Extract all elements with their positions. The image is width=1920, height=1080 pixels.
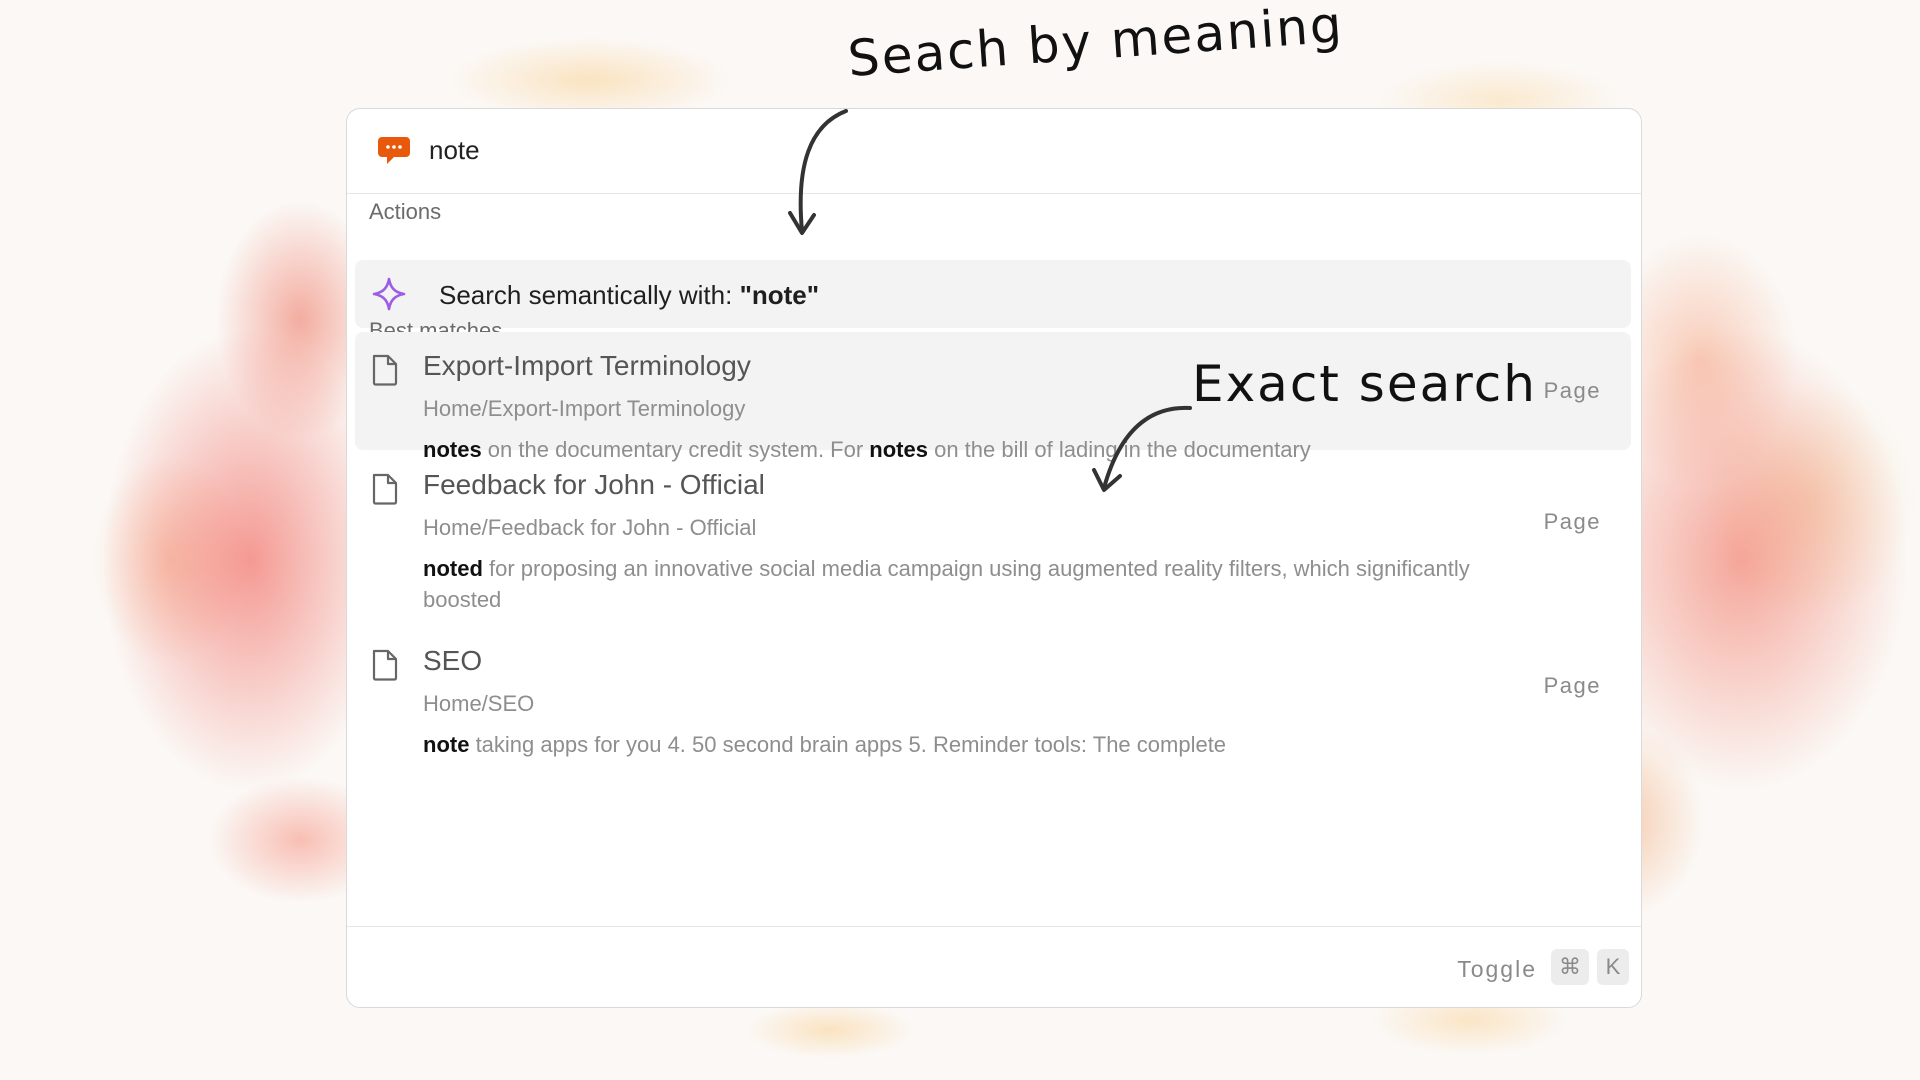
result-title: Export-Import Terminology bbox=[423, 350, 751, 381]
annotation-exact: Exact search bbox=[1192, 355, 1537, 413]
command-palette: Actions Search semantically with: "note"… bbox=[346, 108, 1642, 1008]
command-key-badge[interactable]: ⌘ bbox=[1551, 949, 1589, 985]
search-input[interactable] bbox=[429, 129, 1329, 171]
result-path: Home/Export-Import Terminology bbox=[423, 396, 746, 421]
result-type-badge: Page bbox=[1543, 673, 1601, 698]
snippet-match: note bbox=[423, 732, 470, 757]
sparkle-icon bbox=[372, 277, 406, 311]
speech-bubble-icon bbox=[378, 137, 410, 164]
k-key-badge[interactable]: K bbox=[1597, 949, 1629, 985]
snippet-text: for proposing an innovative social media… bbox=[423, 556, 1470, 612]
result-type-badge: Page bbox=[1543, 509, 1601, 534]
semantic-search-action[interactable]: Search semantically with: "note" bbox=[355, 260, 1631, 328]
result-path: Home/Feedback for John - Official bbox=[423, 515, 757, 540]
result-snippet: note taking apps for you 4. 50 second br… bbox=[423, 729, 1513, 760]
document-icon bbox=[372, 649, 398, 681]
exact-arrow-icon bbox=[1092, 405, 1192, 492]
semantic-arrow-icon bbox=[788, 109, 848, 235]
actions-section-label: Actions bbox=[369, 199, 442, 224]
result-row[interactable]: SEO Home/SEO note taking apps for you 4.… bbox=[355, 627, 1631, 757]
semantic-search-prefix: Search semantically with: bbox=[439, 280, 740, 310]
palette-footer: Toggle ⌘ K bbox=[347, 926, 1641, 1007]
search-bar bbox=[347, 109, 1641, 194]
semantic-search-query: "note" bbox=[739, 280, 820, 310]
result-path: Home/SEO bbox=[423, 691, 535, 716]
result-title: SEO bbox=[423, 645, 483, 676]
snippet-text: taking apps for you 4. 50 second brain a… bbox=[469, 732, 1227, 757]
document-icon bbox=[372, 354, 398, 386]
result-row[interactable]: Feedback for John - Official Home/Feedba… bbox=[355, 451, 1631, 612]
result-type-badge: Page bbox=[1543, 378, 1601, 403]
result-title: Feedback for John - Official bbox=[423, 469, 765, 500]
document-icon bbox=[372, 473, 398, 505]
toggle-label: Toggle bbox=[1457, 956, 1537, 982]
semantic-search-label: Search semantically with: "note" bbox=[439, 280, 819, 311]
result-snippet: noted for proposing an innovative social… bbox=[423, 553, 1513, 615]
snippet-match: noted bbox=[423, 556, 483, 581]
